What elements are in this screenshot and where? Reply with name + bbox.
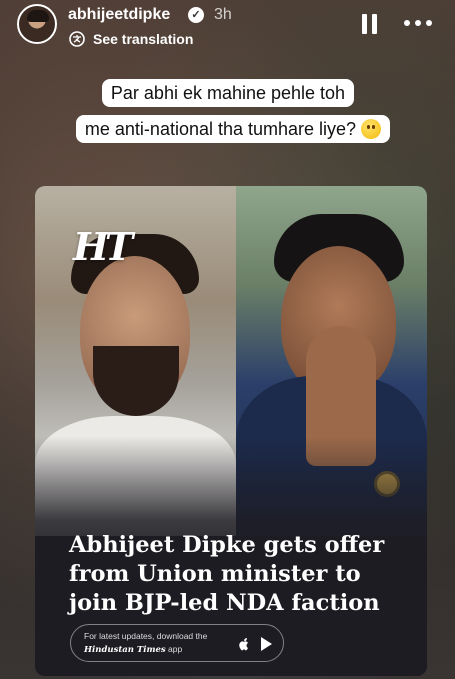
translate-icon[interactable] [69,31,85,47]
shared-news-card[interactable]: HT Abhijeet Dipke gets offer from Union … [35,186,427,676]
smile-emoji-icon [361,119,382,139]
post-time: 3h [214,6,232,23]
username[interactable]: abhijeetdipke [68,6,170,24]
caption-line-2: me anti-national tha tumhare liye? [84,119,357,139]
promo-brand: Hindustan Times app [84,644,183,655]
verified-icon: ✓ [188,7,204,23]
ht-logo: HT [73,224,133,269]
more-icon[interactable] [404,20,434,28]
see-translation-button[interactable]: See translation [93,31,193,47]
app-download-badge[interactable]: For latest updates, download the Hindust… [70,624,284,662]
pause-icon[interactable] [362,14,378,34]
avatar[interactable] [17,4,57,44]
caption-line-1: Par abhi ek mahine pehle toh [101,79,355,107]
story-caption: Par abhi ek mahine pehle toh [78,76,378,110]
news-headline: Abhijeet Dipke gets offer from Union min… [69,532,385,616]
promo-text: For latest updates, download the [84,631,208,641]
apple-icon[interactable] [237,636,251,652]
story-caption-2: me anti-national tha tumhare liye? [63,112,403,146]
play-store-icon[interactable] [259,636,273,652]
story-header: abhijeetdipke ✓ 3h See translation [0,0,455,56]
